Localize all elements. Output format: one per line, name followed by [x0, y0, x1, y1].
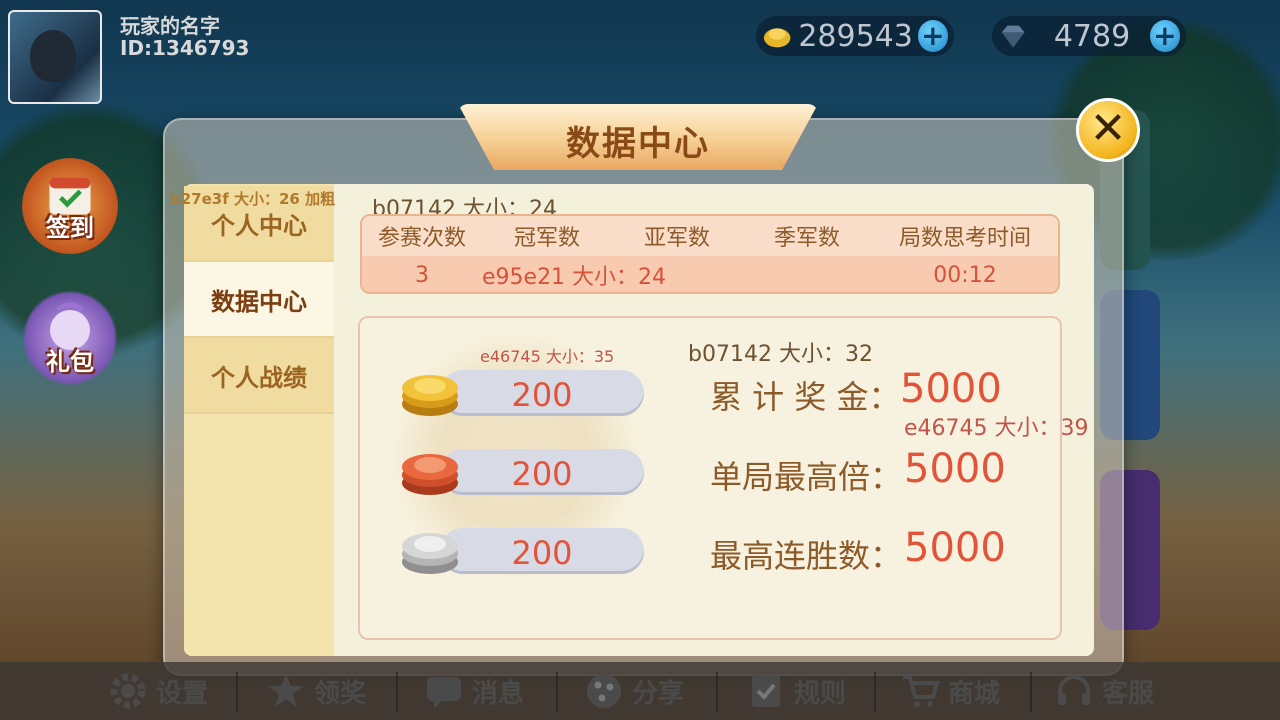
gold-ingot-icon	[763, 28, 791, 48]
tab-label: 数据中心	[211, 287, 307, 316]
nav-label: 设置	[156, 678, 209, 709]
tab-label: 个人战绩	[211, 363, 307, 392]
player-id: ID:1346793	[120, 36, 250, 60]
stats-table: 参赛次数 冠军数 亚军数 季军数 局数思考时间 3 e95e21 大小：24 0…	[360, 214, 1060, 294]
close-icon: ✕	[1089, 103, 1127, 154]
tab-label: 个人中心	[211, 211, 307, 240]
gift-label: 礼包	[46, 348, 94, 376]
max-multiplier-value: 5000	[904, 446, 1006, 492]
diamond-balance: 4789 +	[992, 16, 1186, 56]
gold-balance: 289543 +	[756, 16, 954, 56]
nav-settings[interactable]: 设置	[108, 670, 208, 712]
header-third: 季军数	[773, 226, 840, 251]
table-row: 3 e95e21 大小：24 00:12	[362, 256, 1058, 292]
nav-divider	[556, 672, 558, 712]
share-icon	[587, 674, 621, 708]
header-think-time: 局数思考时间	[898, 226, 1031, 251]
cell-entries: 3	[415, 262, 429, 288]
nav-messages[interactable]: 消息	[424, 670, 524, 712]
silver-coin-stack-icon	[402, 533, 458, 574]
tab-data-center[interactable]: 数据中心	[184, 262, 334, 338]
coin-value: 200	[511, 534, 573, 572]
silver-coin-row: 200	[400, 522, 646, 578]
nav-label: 领奖	[314, 678, 367, 709]
header-champion: 冠军数	[513, 226, 580, 251]
star-icon	[268, 674, 304, 707]
signin-button[interactable]: 签到	[22, 158, 118, 254]
coin-value: 200	[511, 455, 573, 493]
add-diamond-button[interactable]: +	[1149, 20, 1180, 52]
player-name: 玩家的名字	[120, 14, 220, 38]
coin-value: 200	[511, 376, 573, 414]
win-streak-label: 最高连胜数：	[710, 537, 903, 575]
nav-divider	[396, 672, 398, 712]
cart-icon	[903, 675, 940, 707]
nav-share[interactable]: 分享	[584, 670, 684, 712]
avatar[interactable]	[8, 10, 102, 104]
diamond-icon	[1001, 25, 1025, 48]
stats-table-header: 参赛次数 冠军数 亚军数 季军数 局数思考时间	[362, 216, 1058, 256]
nav-customer-service[interactable]: 客服	[1054, 670, 1154, 712]
message-icon	[427, 677, 461, 708]
nav-label: 消息	[472, 678, 525, 709]
nav-label: 商城	[948, 678, 1001, 709]
header-runner-up: 亚军数	[643, 226, 710, 251]
tab-font-annotation: b27e3f 大小：26 加粗	[170, 190, 336, 208]
label-font-annotation: b07142 大小：32	[688, 342, 873, 367]
diamond-value: 4789	[1053, 18, 1131, 54]
close-button[interactable]: ✕	[1076, 98, 1140, 162]
total-prize-value: 5000	[900, 366, 1002, 412]
modal-title: 数据中心	[566, 124, 710, 164]
nav-divider	[716, 672, 718, 712]
nav-rewards[interactable]: 领奖	[266, 670, 366, 712]
row-font-annotation: e95e21 大小：24	[482, 265, 667, 290]
nav-label: 客服	[1102, 678, 1155, 709]
nav-shop[interactable]: 商城	[900, 670, 1000, 712]
headset-icon	[1058, 675, 1090, 705]
gold-value: 289543	[798, 18, 913, 54]
copper-coin-row: 200	[400, 443, 646, 499]
rules-icon	[752, 675, 780, 707]
nav-divider	[1030, 672, 1032, 712]
coin-value-bar: 200	[440, 449, 644, 495]
header-entries: 参赛次数	[377, 226, 466, 251]
nav-rules[interactable]: 规则	[746, 670, 846, 712]
value-font-annotation: e46745 大小：39	[904, 416, 1089, 441]
nav-label: 规则	[794, 678, 847, 709]
nav-label: 分享	[632, 678, 685, 709]
copper-coin-stack-icon	[402, 454, 458, 495]
coin-value-bar: 200	[440, 370, 644, 416]
win-streak-value: 5000	[904, 525, 1006, 571]
gold-coin-row: 200	[400, 364, 646, 420]
max-multiplier-label: 单局最高倍：	[710, 458, 903, 496]
add-gold-button[interactable]: +	[917, 20, 948, 52]
gear-icon	[110, 673, 146, 709]
gift-button[interactable]: 礼包	[22, 290, 118, 386]
cell-think-time: 00:12	[933, 262, 997, 288]
nav-divider	[874, 672, 876, 712]
tab-personal-record[interactable]: 个人战绩	[184, 338, 334, 414]
signin-label: 签到	[46, 214, 94, 242]
gold-coin-stack-icon	[402, 375, 458, 416]
nav-divider	[236, 672, 238, 712]
total-prize-label: 累 计 奖 金：	[710, 378, 901, 416]
coin-value-bar: 200	[440, 528, 644, 574]
